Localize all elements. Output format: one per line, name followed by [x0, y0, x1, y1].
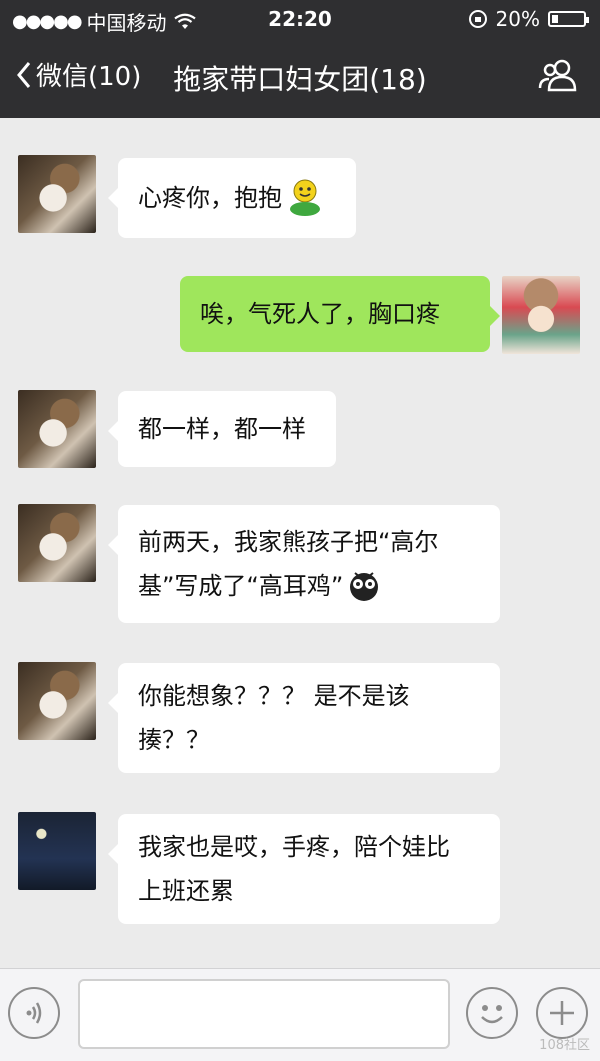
- message-text: 唉，气死人了，胸口疼: [200, 300, 440, 328]
- anime-avatar[interactable]: [502, 276, 580, 354]
- people-icon: [538, 59, 577, 92]
- status-bar: ●●●●● 中国移动 22:20 20%: [0, 0, 600, 38]
- message-text-line: 前两天，我家熊孩子把“高尔: [138, 528, 439, 556]
- message-bubble[interactable]: 都一样，都一样: [108, 391, 336, 467]
- cat-avatar[interactable]: [18, 662, 96, 740]
- voice-icon: [26, 1002, 42, 1024]
- night-avatar[interactable]: [18, 812, 96, 890]
- rotation-lock-icon: [468, 10, 487, 28]
- message-bubble[interactable]: 心疼你，抱抱: [108, 158, 356, 238]
- message-bubble[interactable]: 我家也是哎，手疼，陪个娃比 上班还累: [108, 814, 500, 924]
- voice-input-button[interactable]: [8, 987, 60, 1039]
- shocked-owl-emoji-icon: [350, 572, 379, 601]
- input-bar: 108社区: [0, 968, 600, 1061]
- message-text-line: 我家也是哎，手疼，陪个娃比: [138, 833, 450, 861]
- message-text-line: 上班还累: [138, 877, 234, 905]
- message-input[interactable]: [78, 979, 450, 1049]
- chat-title: 拖家带口妇女团(18): [173, 63, 427, 96]
- plus-icon: [550, 1001, 574, 1025]
- group-members-button[interactable]: [538, 58, 578, 96]
- message-text-line: 你能想象？？？ 是不是该: [138, 682, 410, 710]
- message-bubble[interactable]: 你能想象？？？ 是不是该 揍？？: [108, 663, 500, 773]
- message-list[interactable]: 心疼你，抱抱 唉，气死人了，胸口疼 都一样，都一样 前两天，我家熊孩子把“高尔 …: [0, 118, 600, 968]
- battery-icon: [548, 11, 589, 27]
- cat-avatar[interactable]: [18, 504, 96, 582]
- emoji-button[interactable]: [466, 987, 518, 1039]
- message-bubble[interactable]: 唉，气死人了，胸口疼: [180, 276, 500, 352]
- message-text: 都一样，都一样: [138, 415, 306, 443]
- message-text-line: 揍？？: [138, 726, 210, 754]
- message-text-line: 基”写成了“高耳鸡”: [138, 572, 344, 600]
- more-options-button[interactable]: [536, 987, 588, 1039]
- smiley-icon: [481, 1005, 503, 1024]
- message-text: 心疼你，抱抱: [138, 184, 282, 212]
- message-bubble[interactable]: 前两天，我家熊孩子把“高尔 基”写成了“高耳鸡”: [108, 505, 500, 623]
- nav-bar: 微信(10) 拖家带口妇女团(18): [0, 38, 600, 118]
- cat-avatar[interactable]: [18, 155, 96, 233]
- watermark: 108社区: [539, 1038, 590, 1053]
- battery-percent: 20%: [495, 7, 540, 31]
- cat-avatar[interactable]: [18, 390, 96, 468]
- hug-emoji-icon: [290, 179, 320, 216]
